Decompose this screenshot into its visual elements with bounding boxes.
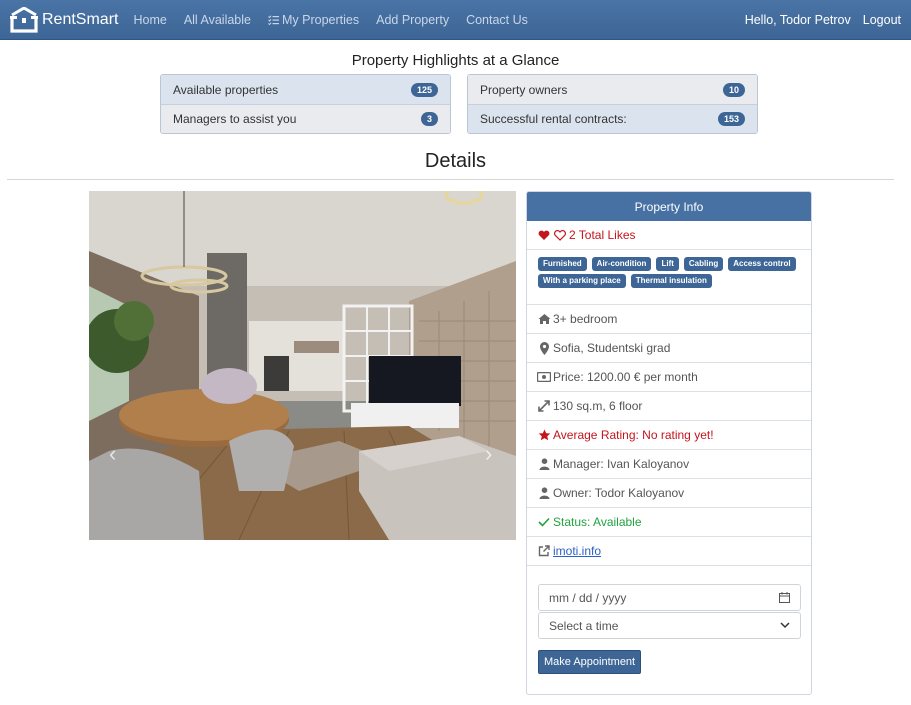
make-appointment-button[interactable]: Make Appointment [538,650,642,674]
divider [7,179,894,180]
nav-user-area: Hello, Todor Petrov Logout [733,13,901,27]
money-bill-icon [537,370,551,384]
rating-row: Average Rating: No rating yet! [527,421,811,450]
time-placeholder: Select a time [549,618,619,633]
property-info-card: Property Info 2 Total Likes Furnished Ai… [526,191,812,695]
amenity-tag: Cabling [683,257,724,271]
highlight-managers: Managers to assist you 3 [161,104,450,133]
expand-arrows-icon [537,399,551,413]
amenity-tag: Access control [728,257,796,271]
status-text: Status: Available [553,515,642,529]
user-icon [537,486,551,500]
brand-name: RentSmart [42,10,119,28]
likes-row: 2 Total Likes [527,221,811,250]
date-placeholder: mm / dd / yyyy [549,590,627,605]
property-photo-carousel[interactable]: ‹ › [89,191,516,540]
user-greeting[interactable]: Hello, Todor Petrov [745,13,851,27]
amenity-tag: Air-condition [591,257,652,271]
time-select[interactable]: Select a time [538,612,801,639]
list-check-icon [268,14,279,25]
highlight-label: Property owners [480,82,568,97]
star-icon [537,428,551,442]
date-input[interactable]: mm / dd / yyyy [538,584,801,611]
highlight-label: Available properties [173,82,279,97]
highlights-right: Property owners 10 Successful rental con… [467,74,758,134]
external-link-icon [537,544,551,558]
appointment-form: mm / dd / yyyy Select a time Make Appoin… [527,566,811,674]
nav-my-properties-label: My Properties [282,12,360,27]
highlights-title: Property Highlights at a Glance [351,52,560,69]
amenity-tag: With a parking place [538,274,626,288]
highlight-label: Successful rental contracts: [480,112,627,126]
user-icon [537,457,551,471]
check-icon [537,515,551,529]
amenity-tag: Lift [656,257,679,271]
count-badge: 3 [420,112,438,126]
nav-my-properties[interactable]: My Properties [268,13,359,27]
bedrooms-text: 3+ bedroom [553,312,618,326]
size-text: 130 sq.m, 6 floor [553,399,643,413]
source-link[interactable]: imoti.info [553,544,601,558]
nav-links: Home All Available My Properties Add Pro… [133,13,544,27]
size-row: 130 sq.m, 6 floor [527,392,811,421]
home-icon [537,312,551,326]
map-marker-icon [537,341,551,355]
manager-row: Manager: Ivan Kaloyanov [527,450,811,479]
highlight-available-properties: Available properties 125 [161,75,450,104]
heart-outline-icon[interactable] [553,228,567,242]
property-photo [89,191,516,540]
highlights-left: Available properties 125 Managers to ass… [160,74,451,134]
amenity-tag: Furnished [538,257,587,271]
heart-filled-icon[interactable] [537,228,551,242]
highlight-rental-contracts: Successful rental contracts: 153 [468,104,757,133]
logout-link[interactable]: Logout [863,13,901,27]
source-row: imoti.info [527,537,811,566]
count-badge: 153 [717,112,745,126]
location-row: Sofia, Studentski grad [527,334,811,363]
nav-contact-us[interactable]: Contact Us [466,13,528,27]
price-text: Price: 1200.00 € per month [553,370,698,384]
amenity-tag: Thermal insulation [630,274,712,288]
highlight-label: Managers to assist you [173,112,297,126]
status-row: Status: Available [527,508,811,537]
count-badge: 10 [722,82,745,97]
highlight-property-owners: Property owners 10 [468,75,757,104]
chevron-down-icon [780,622,790,629]
amenity-tags: Furnished Air-condition Lift Cabling Acc… [527,250,811,305]
brand[interactable]: RentSmart [8,0,118,40]
owner-text: Owner: Todor Kaloyanov [553,486,685,500]
location-text: Sofia, Studentski grad [553,341,671,355]
carousel-prev-icon[interactable]: ‹ [109,441,116,467]
likes-text: 2 Total Likes [569,228,636,242]
owner-row: Owner: Todor Kaloyanov [527,479,811,508]
card-header: Property Info [527,192,811,221]
details-title: Details [424,150,487,172]
nav-home[interactable]: Home [133,13,166,27]
calendar-icon[interactable] [779,592,790,603]
bedrooms-row: 3+ bedroom [527,305,811,334]
navbar: RentSmart Home All Available My Properti… [0,0,911,40]
rating-text: Average Rating: No rating yet! [553,428,714,442]
price-row: Price: 1200.00 € per month [527,363,811,392]
count-badge: 125 [410,82,438,97]
manager-text: Manager: Ivan Kaloyanov [553,457,690,471]
nav-add-property[interactable]: Add Property [376,13,449,27]
house-logo-icon [8,6,40,33]
nav-all-available[interactable]: All Available [184,13,251,27]
carousel-next-icon[interactable]: › [485,441,492,467]
